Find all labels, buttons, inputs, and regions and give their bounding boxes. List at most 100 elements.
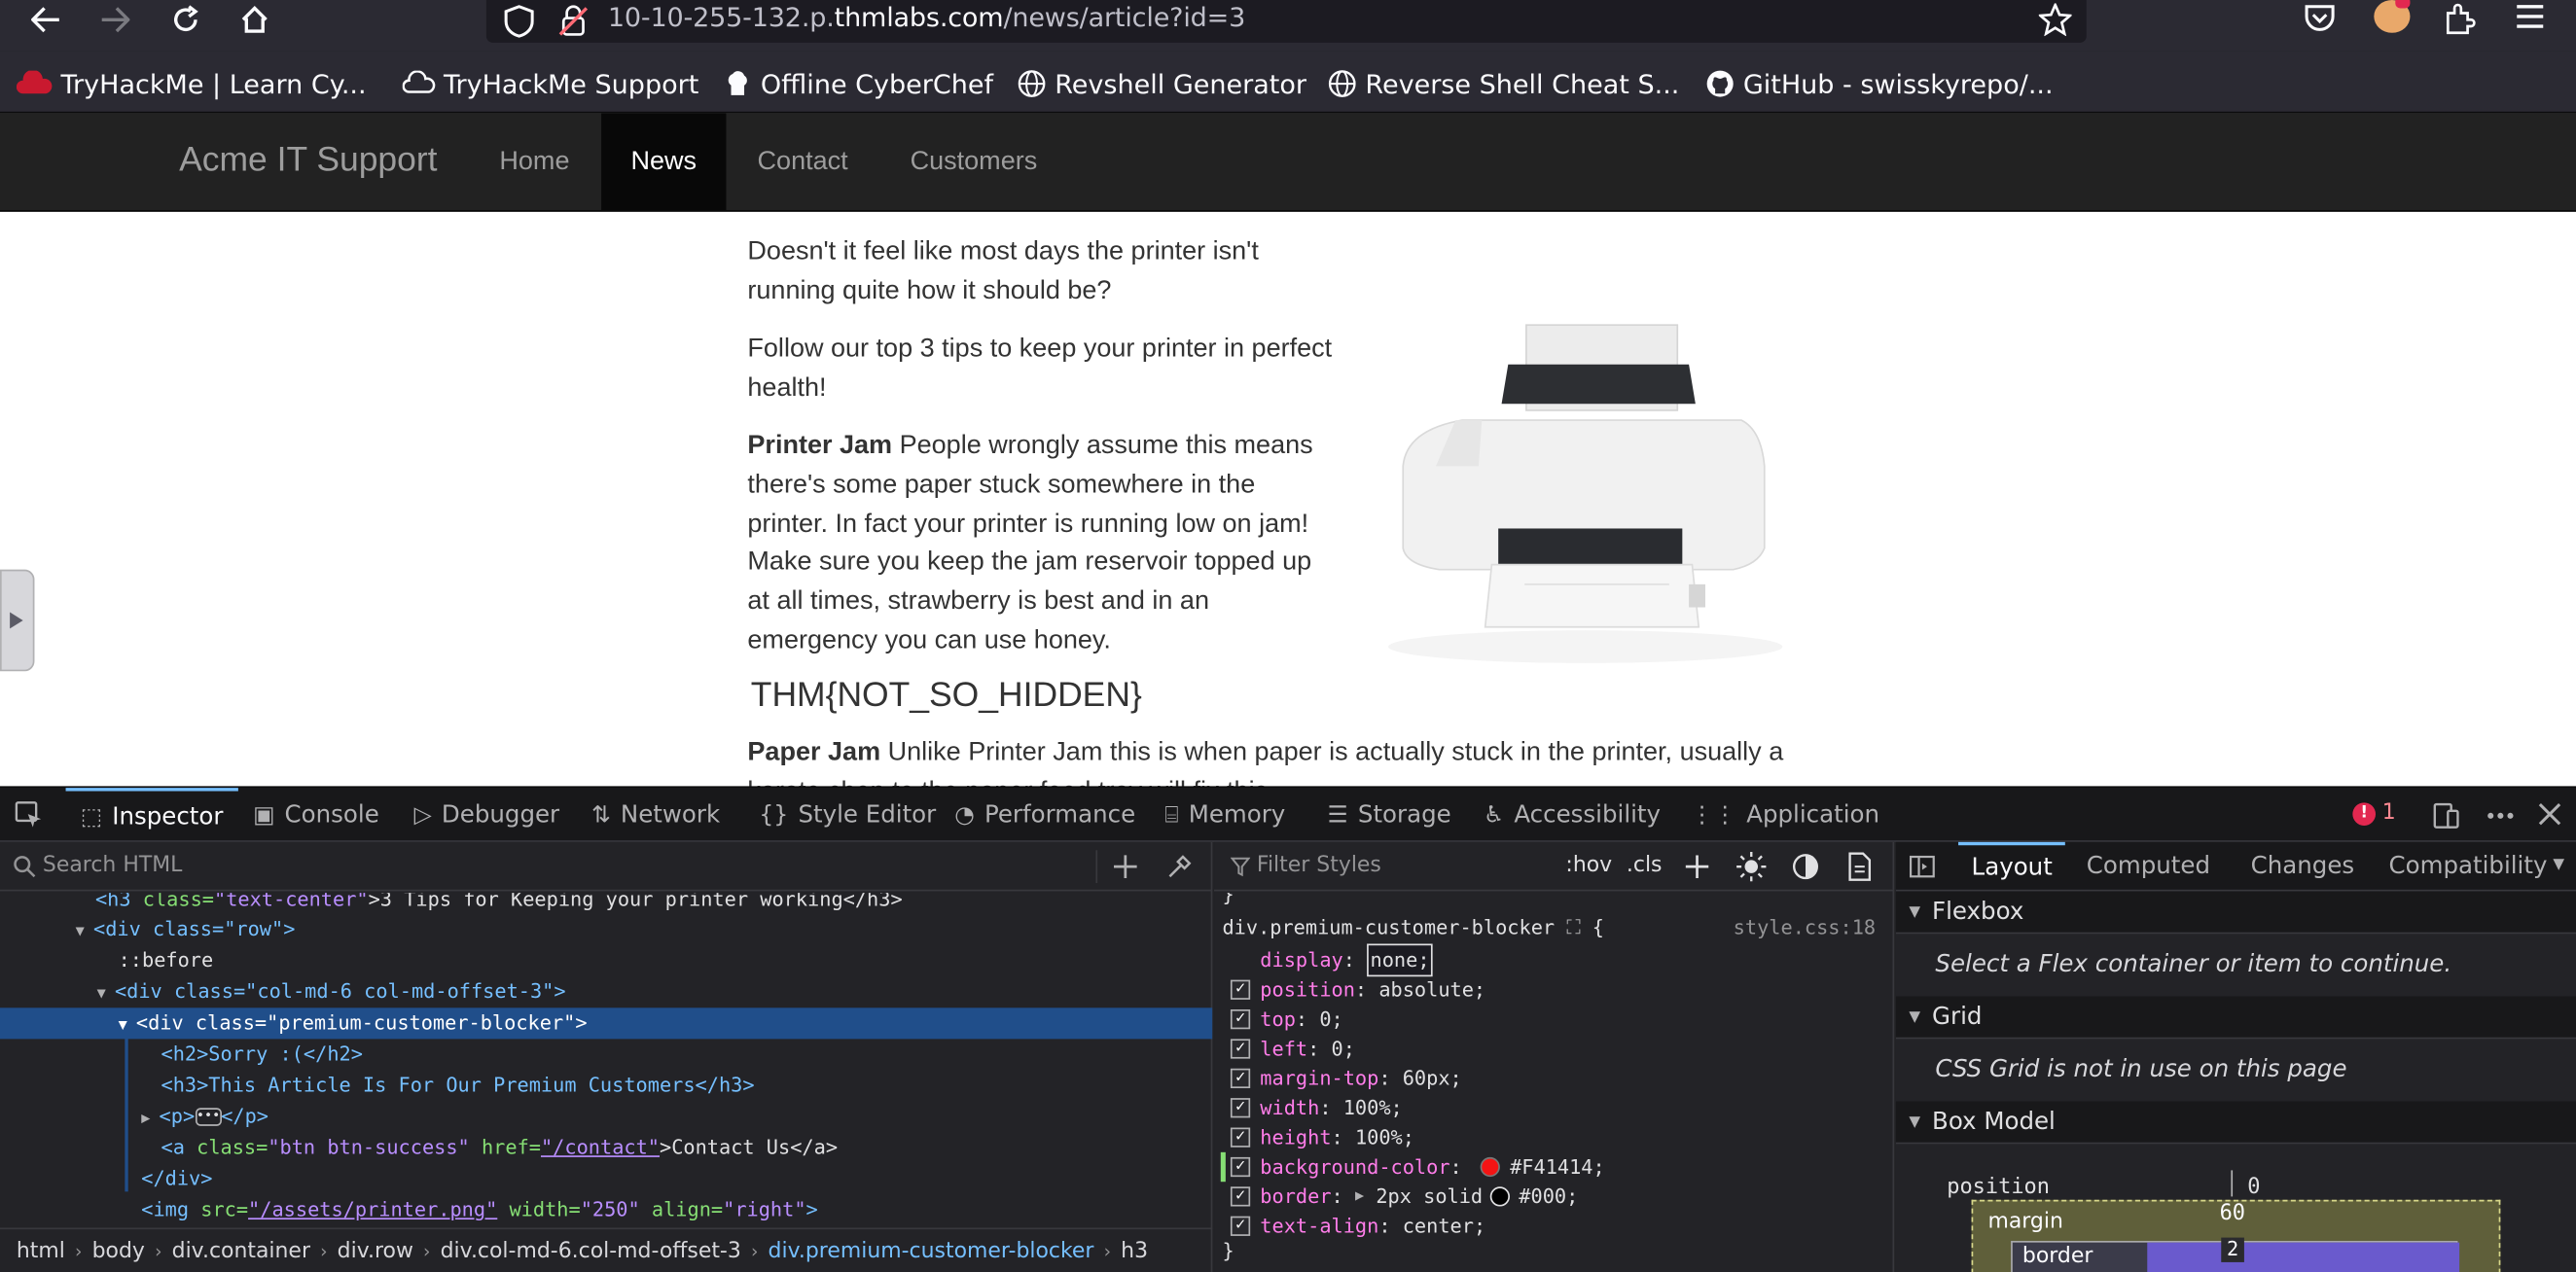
grid-highlighter-icon[interactable]: ⛶ (1566, 916, 1580, 939)
bookmark-tryhackme[interactable]: TryHackMe | Learn Cy... (16, 67, 367, 100)
box-model-position-value[interactable]: 0 (2247, 1175, 2260, 1199)
breadcrumb-premium-customer-blocker[interactable]: div.premium-customer-blocker (769, 1239, 1094, 1263)
tab-changes[interactable]: Changes (2237, 842, 2368, 892)
breadcrumb-col[interactable]: div.col-md-6.col-md-offset-3 (441, 1239, 741, 1263)
tree-node-premium-customer-blocker[interactable]: ▼ <div class="premium-customer-blocker"> (0, 1007, 1213, 1040)
tab-inspector[interactable]: ⬚ Inspector (65, 788, 238, 842)
margin-top-value[interactable]: 60 (2220, 1201, 2245, 1225)
tab-network[interactable]: ⇅ Network (591, 788, 720, 842)
checkbox-checked-icon[interactable]: ✓ (1230, 1156, 1251, 1178)
tab-debugger[interactable]: ▷ Debugger (414, 788, 560, 842)
nav-news[interactable]: News (601, 113, 727, 211)
bookmark-github-swisskyrepo[interactable]: GitHub - swisskyrepo/... (1705, 67, 2054, 100)
expand-triangle-icon[interactable]: ▶ (1355, 1182, 1364, 1211)
responsive-design-icon[interactable] (2431, 801, 2460, 830)
color-swatch-red[interactable] (1480, 1156, 1500, 1178)
tab-storage[interactable]: ☰ Storage (1328, 788, 1451, 842)
class-toggle[interactable]: .cls (1627, 854, 1663, 878)
decl-background-color[interactable]: ✓ background-color: #F41414; (1230, 1152, 1605, 1182)
decl-text-align[interactable]: ✓ text-align: center; (1230, 1212, 1485, 1241)
site-brand[interactable]: Acme IT Support (179, 141, 437, 181)
tree-node-a[interactable]: <a class="btn btn-success" href="/contac… (0, 1133, 1212, 1164)
more-options-icon[interactable] (2484, 801, 2517, 830)
eyedropper-icon[interactable] (1166, 854, 1193, 880)
property-value[interactable]: absolute; (1378, 975, 1485, 1005)
checkbox-checked-icon[interactable]: ✓ (1230, 1186, 1251, 1207)
property-value-editor[interactable]: none; (1367, 943, 1433, 977)
checkbox-checked-icon[interactable]: ✓ (1230, 1216, 1251, 1236)
tab-performance[interactable]: ◔ Performance (954, 788, 1135, 842)
url-text[interactable]: 10-10-255-132.p.thmlabs.com/news/article… (608, 2, 1245, 33)
decl-width[interactable]: ✓ width: 100%; (1230, 1093, 1403, 1122)
property-value[interactable]: 100%; (1355, 1122, 1414, 1151)
extension-avatar-icon[interactable] (2374, 0, 2411, 33)
nav-contact[interactable]: Contact (728, 113, 877, 210)
breadcrumb-container[interactable]: div.container (172, 1239, 310, 1263)
expand-triangle-icon[interactable]: ▼ (76, 924, 93, 940)
breadcrumb-row[interactable]: div.row (338, 1239, 413, 1263)
color-swatch-black[interactable] (1488, 1186, 1510, 1207)
decl-left[interactable]: ✓ left: 0; (1230, 1034, 1355, 1063)
tree-node-div-col[interactable]: ▼ <div class="col-md-6 col-md-offset-3"> (0, 976, 1212, 1007)
decl-position[interactable]: ✓ position: absolute; (1230, 975, 1485, 1005)
bookmark-tryhackme-support[interactable]: TryHackMe Support (402, 67, 698, 100)
tab-application[interactable]: ⋮⋮ Application (1691, 788, 1879, 842)
property-value[interactable]: 2px solid (1376, 1182, 1483, 1211)
hover-state-toggle[interactable]: :hov (1565, 854, 1612, 878)
breadcrumb-body[interactable]: body (92, 1239, 145, 1263)
property-value-color[interactable]: #000; (1519, 1182, 1578, 1211)
ellipsis-icon[interactable]: ••• (195, 1108, 222, 1126)
tab-memory[interactable]: ⌸ Memory (1164, 788, 1285, 842)
filter-styles-input[interactable]: Filter Styles (1257, 854, 1381, 878)
property-value[interactable]: 0; (1332, 1034, 1355, 1063)
add-rule-icon[interactable] (1685, 855, 1709, 878)
grid-section-header[interactable]: Grid (1895, 996, 2576, 1040)
tab-console[interactable]: ▣ Console (253, 788, 379, 842)
expand-triangle-icon[interactable]: ▼ (97, 986, 115, 1003)
breadcrumb-h3[interactable]: h3 (1121, 1239, 1148, 1263)
tab-style-editor[interactable]: {} Style Editor (759, 788, 936, 842)
back-button[interactable] (23, 0, 69, 40)
bookmark-reverse-shell-cheat-sheet[interactable]: Reverse Shell Cheat S... (1328, 67, 1679, 100)
search-html-input[interactable]: Search HTML (43, 854, 183, 878)
tree-node-h3[interactable]: <h3 class="text-center">3 Tips for Keepi… (0, 893, 1212, 915)
checkbox-checked-icon[interactable]: ✓ (1230, 1008, 1251, 1030)
box-model-section-header[interactable]: Box Model (1895, 1101, 2576, 1145)
decl-margin-top[interactable]: ✓ margin-top: 60px; (1230, 1064, 1462, 1093)
tab-accessibility[interactable]: ♿ Accessibility (1484, 788, 1661, 842)
expand-triangle-icon[interactable]: ▼ (119, 1017, 136, 1034)
tree-node-div-row[interactable]: ▼ <div class="row"> (0, 914, 1212, 945)
dark-theme-icon[interactable] (1792, 854, 1818, 880)
decl-top[interactable]: ✓ top: 0; (1230, 1005, 1343, 1034)
tree-node-p[interactable]: ▶ <p> •••</p> (0, 1102, 1212, 1133)
checkbox-checked-icon[interactable]: ✓ (1230, 1068, 1251, 1089)
tree-node-img[interactable]: <img src="/assets/printer.png" width="25… (0, 1195, 1212, 1221)
nav-customers[interactable]: Customers (880, 113, 1066, 210)
decl-border[interactable]: ✓ border: ▶ 2px solid #000; (1230, 1182, 1578, 1211)
pocket-icon[interactable] (2304, 2, 2337, 35)
url-bar[interactable]: 10-10-255-132.p.thmlabs.com/news/article… (485, 0, 2087, 43)
tree-node-before[interactable]: ::before (0, 945, 1212, 976)
bookmark-revshell-generator[interactable]: Revshell Generator (1017, 67, 1306, 100)
checkbox-checked-icon[interactable]: ✓ (1230, 1098, 1251, 1118)
tree-node-div-close[interactable]: </div> (0, 1164, 1212, 1195)
close-icon[interactable] (2538, 802, 2561, 826)
tree-node-h2[interactable]: <h2>Sorry :(</h2> (0, 1039, 1212, 1070)
print-media-icon[interactable] (1848, 852, 1872, 881)
light-theme-icon[interactable] (1736, 851, 1767, 882)
chevron-down-icon[interactable]: ▼ (2553, 857, 2564, 873)
property-value[interactable]: 0; (1319, 1005, 1342, 1034)
checkbox-checked-icon[interactable]: ✓ (1230, 1039, 1251, 1059)
border-top-value[interactable]: 2 (2221, 1237, 2244, 1262)
rule-source-link[interactable]: style.css:18 (1734, 916, 1876, 939)
home-button[interactable] (232, 0, 277, 40)
tree-node-h3-premium[interactable]: <h3>This Article Is For Our Premium Cust… (0, 1070, 1212, 1101)
checkbox-checked-icon[interactable]: ✓ (1230, 979, 1251, 1000)
box-model-border[interactable]: border 2 (2011, 1237, 2460, 1272)
property-value[interactable]: #F41414; (1510, 1152, 1605, 1182)
forward-button[interactable] (92, 0, 138, 40)
attr-link-token[interactable]: "/contact" (541, 1136, 660, 1159)
checkbox-checked-icon[interactable]: ✓ (1230, 1127, 1251, 1148)
tab-computed[interactable]: Computed (2073, 842, 2223, 892)
tab-layout[interactable]: Layout (1958, 841, 2066, 892)
